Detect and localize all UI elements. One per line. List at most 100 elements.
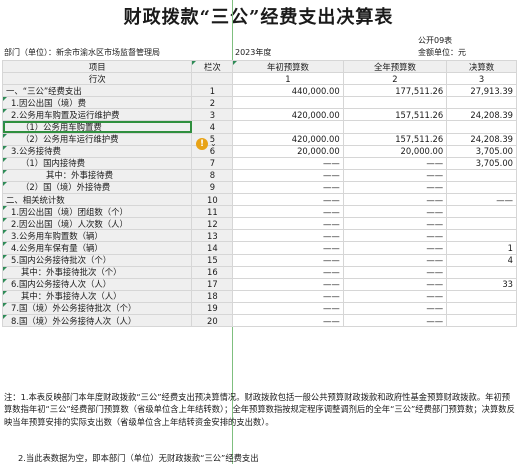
header-col[interactable]: 栏次: [191, 59, 234, 74]
budget-start-cell[interactable]: ——: [232, 180, 344, 195]
final-cell[interactable]: [446, 180, 517, 195]
budget-full-cell[interactable]: 157,511.26: [342, 108, 448, 122]
header-budget-full[interactable]: 全年预算数: [342, 59, 448, 74]
budget-full-cell[interactable]: ——: [342, 241, 448, 255]
budget-full-cell[interactable]: ——: [342, 277, 448, 291]
final-cell[interactable]: 3,705.00: [446, 144, 517, 158]
row-label[interactable]: 7.国（境）外公务接待批次（个）: [1, 301, 193, 315]
budget-start-cell[interactable]: ——: [232, 313, 344, 328]
final-cell[interactable]: 24,208.39: [446, 108, 517, 122]
row-label[interactable]: 5.国内公务接待批次（个）: [1, 253, 193, 267]
row-label[interactable]: 6.国内公务接待人次（人）: [1, 277, 193, 291]
row-label[interactable]: （1）公务用车购置费: [1, 120, 193, 134]
final-cell[interactable]: [446, 205, 517, 219]
final-cell[interactable]: [446, 265, 517, 279]
row-number[interactable]: 10: [191, 193, 234, 207]
row-label[interactable]: 3.公务接待费: [1, 144, 193, 158]
final-cell[interactable]: 33: [446, 277, 517, 291]
row-number[interactable]: 7: [191, 156, 234, 170]
warning-icon[interactable]: !: [196, 138, 208, 150]
row-number[interactable]: 18: [191, 289, 234, 303]
row-label[interactable]: 1.因公出国（境）团组数（个）: [1, 205, 193, 219]
final-cell[interactable]: [446, 217, 517, 231]
budget-full-cell[interactable]: ——: [342, 229, 448, 243]
final-cell[interactable]: 24,208.39: [446, 132, 517, 146]
header-n2[interactable]: 2: [342, 72, 448, 86]
budget-full-cell[interactable]: ——: [342, 313, 448, 328]
budget-full-cell[interactable]: 177,511.26: [342, 84, 448, 98]
row-number[interactable]: 2: [191, 96, 234, 110]
budget-full-cell[interactable]: ——: [342, 301, 448, 315]
header-budget-start[interactable]: 年初预算数: [232, 59, 344, 74]
final-cell[interactable]: [446, 96, 517, 110]
row-label[interactable]: 一、“三公”经费支出: [1, 84, 193, 98]
budget-start-cell[interactable]: ——: [232, 253, 344, 267]
row-label[interactable]: 2.因公出国（境）人次数（人）: [1, 217, 193, 231]
budget-full-cell[interactable]: ——: [342, 168, 448, 182]
final-cell[interactable]: [446, 168, 517, 182]
row-label[interactable]: 其中：外事接待批次（个）: [1, 265, 193, 279]
row-label[interactable]: （1）国内接待费: [1, 156, 193, 170]
header-n1[interactable]: 1: [232, 72, 344, 86]
row-number[interactable]: 8: [191, 168, 234, 182]
header-row-label[interactable]: 行次: [1, 72, 193, 86]
budget-start-cell[interactable]: ——: [232, 205, 344, 219]
row-number[interactable]: 17: [191, 277, 234, 291]
budget-start-cell[interactable]: [232, 96, 344, 110]
row-label[interactable]: 其中：外事接待人次（人）: [1, 289, 193, 303]
row-label[interactable]: 3.公务用车购置数（辆）: [1, 229, 193, 243]
final-cell[interactable]: ——: [446, 193, 517, 207]
row-number[interactable]: 9: [191, 180, 234, 195]
row-number[interactable]: 13: [191, 229, 234, 243]
final-cell[interactable]: 4: [446, 253, 517, 267]
budget-start-cell[interactable]: ——: [232, 217, 344, 231]
budget-start-cell[interactable]: ——: [232, 229, 344, 243]
budget-start-cell[interactable]: ——: [232, 301, 344, 315]
final-cell[interactable]: 1: [446, 241, 517, 255]
budget-full-cell[interactable]: ——: [342, 265, 448, 279]
budget-start-cell[interactable]: [232, 120, 344, 134]
budget-full-cell[interactable]: 20,000.00: [342, 144, 448, 158]
header-item[interactable]: 项目: [1, 59, 193, 74]
budget-start-cell[interactable]: ——: [232, 277, 344, 291]
row-label[interactable]: 二、相关统计数: [1, 193, 193, 207]
final-cell[interactable]: 3,705.00: [446, 156, 517, 170]
budget-full-cell[interactable]: ——: [342, 193, 448, 207]
budget-start-cell[interactable]: ——: [232, 265, 344, 279]
budget-start-cell[interactable]: ——: [232, 156, 344, 170]
row-label[interactable]: 8.国（境）外公务接待人次（人）: [1, 313, 193, 328]
header-n3[interactable]: 3: [446, 72, 517, 86]
budget-full-cell[interactable]: [342, 96, 448, 110]
budget-start-cell[interactable]: 440,000.00: [232, 84, 344, 98]
row-label[interactable]: （2）公务用车运行维护费: [1, 132, 193, 146]
row-number[interactable]: 3: [191, 108, 234, 122]
budget-full-cell[interactable]: 157,511.26: [342, 132, 448, 146]
row-number[interactable]: 14: [191, 241, 234, 255]
row-label[interactable]: 2.公务用车购置及运行维护费: [1, 108, 193, 122]
chevron-down-icon[interactable]: ⌄: [210, 138, 217, 150]
budget-full-cell[interactable]: ——: [342, 289, 448, 303]
row-label[interactable]: （2）国（境）外接待费: [1, 180, 193, 195]
row-number[interactable]: 11: [191, 205, 234, 219]
header-final[interactable]: 决算数: [446, 59, 517, 74]
final-cell[interactable]: [446, 289, 517, 303]
budget-start-cell[interactable]: 420,000.00: [232, 132, 344, 146]
final-cell[interactable]: [446, 120, 517, 134]
header-blank[interactable]: [191, 72, 234, 86]
row-number[interactable]: 12: [191, 217, 234, 231]
row-number[interactable]: 4: [191, 120, 234, 134]
final-cell[interactable]: [446, 313, 517, 328]
row-number[interactable]: 19: [191, 301, 234, 315]
row-label[interactable]: 1.因公出国（境）费: [1, 96, 193, 110]
budget-full-cell[interactable]: ——: [342, 217, 448, 231]
final-cell[interactable]: [446, 301, 517, 315]
row-number[interactable]: 20: [191, 313, 234, 328]
budget-full-cell[interactable]: ——: [342, 253, 448, 267]
row-number[interactable]: 16: [191, 265, 234, 279]
row-number[interactable]: 15: [191, 253, 234, 267]
budget-start-cell[interactable]: 20,000.00: [232, 144, 344, 158]
budget-full-cell[interactable]: ——: [342, 205, 448, 219]
row-label[interactable]: 4.公务用车保有量（辆）: [1, 241, 193, 255]
budget-start-cell[interactable]: ——: [232, 241, 344, 255]
budget-start-cell[interactable]: ——: [232, 193, 344, 207]
